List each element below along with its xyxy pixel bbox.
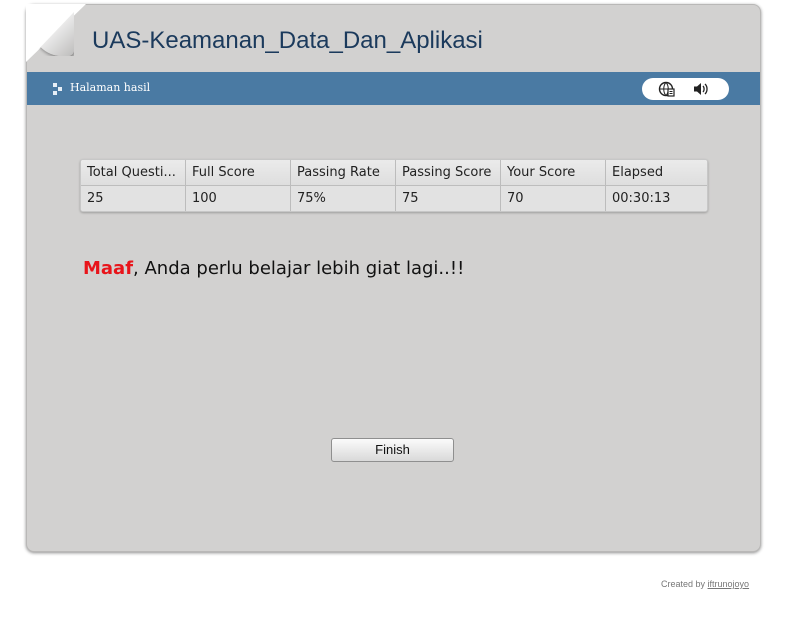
passing-rate-value: 75% <box>291 186 396 211</box>
score-table-header: Total Questi... Full Score Passing Rate … <box>81 160 707 186</box>
nav-toolbar <box>642 78 729 100</box>
header-passing-rate: Passing Rate <box>291 160 396 185</box>
result-message: Maaf, Anda perlu belajar lebih giat lagi… <box>83 258 464 279</box>
page-indicator-icon <box>53 83 63 95</box>
full-score-value: 100 <box>186 186 291 211</box>
total-questions-value: 25 <box>81 186 186 211</box>
header-your-score: Your Score <box>501 160 606 185</box>
footer-link[interactable]: iftrunojoyo <box>708 579 750 589</box>
elapsed-value: 00:30:13 <box>612 191 671 206</box>
passing-score-value: 75 <box>396 186 501 211</box>
header-passing-score: Passing Score <box>396 160 501 185</box>
footer-credit: Created by iftrunojoyo <box>661 579 749 589</box>
result-message-text: , Anda perlu belajar lebih giat lagi..!! <box>133 258 465 279</box>
main-panel: UAS-Keamanan_Data_Dan_Aplikasi Halaman h… <box>26 4 761 552</box>
your-score-value: 70 <box>501 186 606 211</box>
page-title: UAS-Keamanan_Data_Dan_Aplikasi <box>92 27 483 54</box>
nav-label: Halaman hasil <box>70 81 151 94</box>
score-table: Total Questi... Full Score Passing Rate … <box>80 159 708 212</box>
speaker-volume-icon[interactable] <box>692 81 710 97</box>
page-curl-decoration <box>26 4 86 62</box>
table-row: 25 100 75% 75 70 00:30:13 <box>81 186 707 211</box>
navbar: Halaman hasil <box>27 72 760 105</box>
header-total-questions: Total Questi... <box>81 160 186 185</box>
finish-button[interactable]: Finish <box>331 438 454 462</box>
header-full-score: Full Score <box>186 160 291 185</box>
footer-prefix: Created by <box>661 579 708 589</box>
result-message-highlight: Maaf <box>83 258 134 279</box>
web-globe-icon[interactable] <box>658 81 676 97</box>
header-elapsed: Elapsed <box>612 165 664 180</box>
